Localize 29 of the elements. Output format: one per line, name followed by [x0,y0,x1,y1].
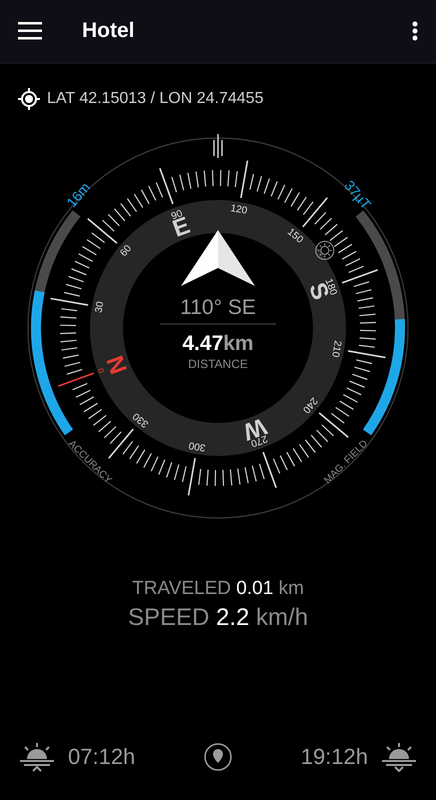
accuracy-value: 16m [63,179,94,210]
dial-degree-label: 240 [300,395,320,415]
sunrise-time: 07:12h [68,744,136,770]
dial-degree-label: 0 [96,366,106,374]
distance-value: 4.47km [182,332,254,355]
distance-label: DISTANCE [188,357,248,371]
sunrise-icon [18,742,56,772]
dial-degree-label: 30 [94,300,106,314]
heading-text: 110° SE [180,296,256,319]
dial-degree-label: 210 [329,340,343,358]
screen-title: Hotel [82,19,136,43]
stat-line: TRAVELED 0.01 km [132,578,304,600]
dial-degree-label: 330 [131,410,151,430]
menu-button[interactable] [18,22,42,40]
dial-degree-label: 60 [118,243,134,259]
more-options-button[interactable] [412,21,418,41]
dial-degree-label: 300 [188,439,206,453]
sunset-icon [380,742,418,772]
more-options-icon [412,21,418,41]
dial-degree-label: 150 [285,226,305,246]
menu-icon [18,22,42,40]
sunset-time: 19:12h [300,744,368,770]
coordinates-text: LAT 42.15013 / LON 24.74455 [47,90,264,108]
map-pin-icon [203,742,233,772]
gps-icon [18,88,40,110]
heading-marker [213,134,223,158]
dial-degree-label: 120 [230,203,248,217]
stat-line: SPEED 2.2 km/h [128,604,308,632]
sun-position-icon [315,240,334,260]
